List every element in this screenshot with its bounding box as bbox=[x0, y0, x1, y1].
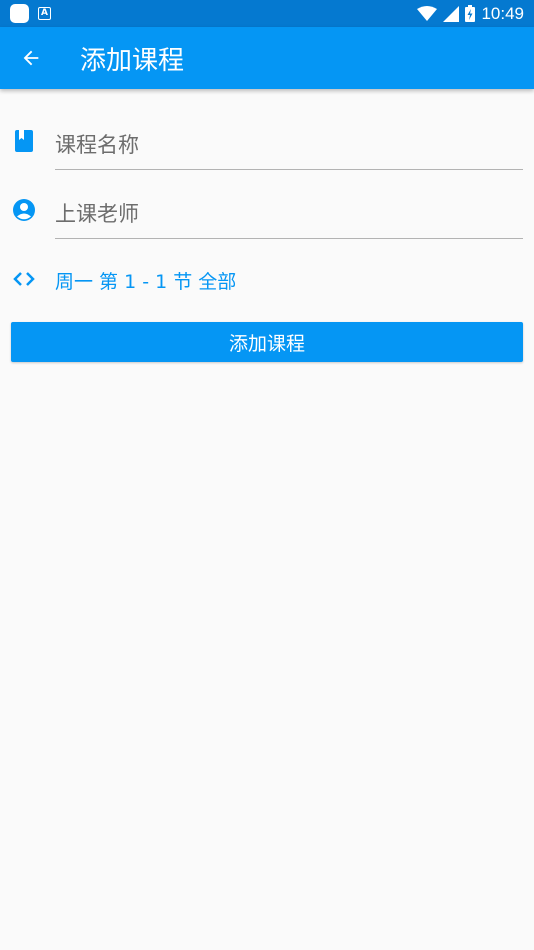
teacher-row bbox=[0, 185, 534, 241]
course-name-input[interactable] bbox=[55, 132, 523, 157]
battery-charging-icon bbox=[465, 5, 476, 22]
add-course-button[interactable]: 添加课程 bbox=[11, 322, 523, 362]
status-bar: A 10:49 bbox=[0, 0, 534, 27]
course-name-row bbox=[0, 116, 534, 172]
course-name-field[interactable] bbox=[55, 120, 523, 170]
signal-icon bbox=[443, 5, 460, 22]
account-circle-icon bbox=[12, 198, 36, 222]
app-bar: 添加课程 bbox=[0, 27, 534, 89]
code-brackets-icon bbox=[12, 267, 36, 291]
back-button[interactable] bbox=[0, 27, 62, 89]
arrow-left-icon bbox=[23, 50, 39, 66]
teacher-input[interactable] bbox=[55, 201, 523, 226]
book-icon bbox=[12, 129, 36, 153]
page-title: 添加课程 bbox=[80, 45, 185, 76]
app-icon bbox=[10, 4, 29, 23]
schedule-selector[interactable]: 周一 第 1 - 1 节 全部 bbox=[55, 267, 236, 294]
a-icon: A bbox=[38, 7, 51, 20]
status-time: 10:49 bbox=[481, 3, 524, 23]
schedule-row[interactable]: 周一 第 1 - 1 节 全部 bbox=[0, 262, 534, 296]
teacher-field[interactable] bbox=[55, 189, 523, 239]
wifi-icon bbox=[417, 5, 438, 21]
